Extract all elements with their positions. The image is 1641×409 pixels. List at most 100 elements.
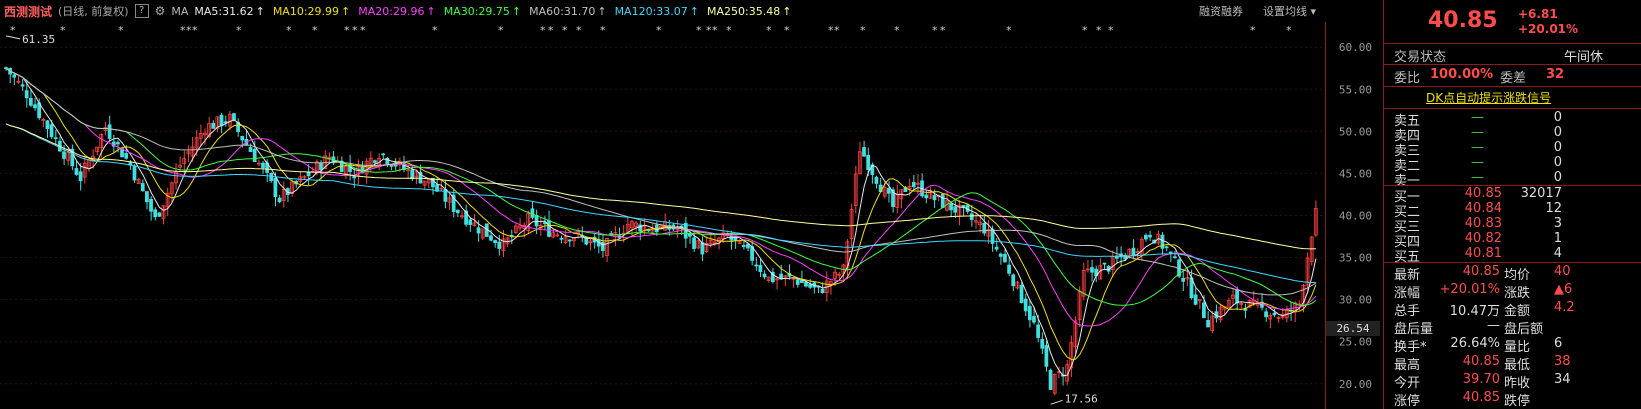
candle-body <box>874 176 879 184</box>
ma-value: MA60:31.70 <box>529 4 596 18</box>
event-marker: * <box>286 24 292 37</box>
candle-body <box>1264 311 1268 318</box>
candle-body <box>157 212 162 217</box>
candle-body <box>692 237 696 249</box>
bid-volume: 3 <box>1553 216 1562 231</box>
candle-body <box>534 214 539 227</box>
bid-row: 买五 40.81 4 <box>1384 246 1641 265</box>
dk-signal-link[interactable]: DK点自动提示涨跌信号 <box>1426 89 1551 106</box>
candle-body <box>932 195 937 201</box>
chevron-down-icon: ▾ <box>1310 5 1316 18</box>
price-change-pct: +20.01% <box>1518 22 1579 36</box>
candle-body <box>1019 284 1024 304</box>
ma-legend-item: MA30:29.75 ↑ <box>444 5 521 18</box>
stock-name[interactable]: 西测测试 <box>4 3 52 20</box>
ask-volume: 0 <box>1553 170 1562 185</box>
stat-value: 40 <box>1554 264 1571 279</box>
candle-body <box>1193 294 1198 305</box>
ask-price: — <box>1471 170 1484 185</box>
period-label[interactable]: (日线, 前复权) <box>58 3 129 19</box>
event-marker: * <box>726 24 732 37</box>
stat-label: 跌停 <box>1504 394 1531 409</box>
candle-body <box>1131 247 1136 256</box>
bid-row: 买四 40.82 1 <box>1384 231 1641 250</box>
candle-body <box>1003 253 1007 263</box>
stat-value: ▲6 <box>1554 282 1573 297</box>
event-marker: * <box>352 24 358 37</box>
candle-body <box>319 162 323 171</box>
stat-label: 盘后额 <box>1504 322 1544 337</box>
candle-body <box>78 171 83 182</box>
event-marker: * <box>344 24 350 37</box>
set-ma-button[interactable]: 设置均线 ▾ <box>1263 3 1316 19</box>
event-marker: * <box>932 24 938 37</box>
price-header: 40.85 +6.81 +20.01% <box>1384 7 1641 38</box>
ask-volume: 0 <box>1553 125 1562 140</box>
candle-body <box>45 120 50 129</box>
ma-line-ma10 <box>5 67 1317 360</box>
event-marker: * <box>360 24 366 37</box>
divider <box>1384 64 1641 65</box>
candle-body <box>1181 277 1186 282</box>
candle-body <box>248 146 253 152</box>
event-marker: * <box>600 24 606 37</box>
stat-row: 总手 10.47万 金额 4.2 <box>1384 300 1641 319</box>
candle-body <box>277 197 282 203</box>
stat-row: 最高 40.85 最低 38 <box>1384 354 1641 373</box>
stat-label: 盘后量 <box>1394 322 1434 337</box>
candle-body <box>1160 234 1165 249</box>
candle-body <box>116 142 120 145</box>
candle-body <box>28 98 33 106</box>
stat-label: 换手* <box>1394 340 1427 355</box>
candle-body <box>762 273 767 278</box>
candle-body <box>567 239 572 242</box>
stat-value: 26.64% <box>1450 336 1500 351</box>
stat-label: 涨幅 <box>1394 286 1421 301</box>
event-marker: * <box>192 24 198 37</box>
event-marker: * <box>1096 24 1102 37</box>
candle-body <box>153 209 158 218</box>
event-marker: * <box>118 24 124 37</box>
candle-body <box>273 177 278 197</box>
event-marker: * <box>562 24 568 37</box>
kline-chart[interactable]: 60.0055.0050.0045.0040.0035.0030.0025.00… <box>0 0 1380 409</box>
help-button[interactable]: ? <box>134 4 149 18</box>
high-annotation: 61.35 <box>22 33 55 46</box>
up-arrow-icon: ↑ <box>341 4 351 18</box>
event-marker: * <box>894 24 900 37</box>
candle-body <box>998 253 1003 257</box>
candle-body <box>211 122 216 129</box>
candle-body <box>24 90 29 99</box>
ma-value: MA120:33.07 <box>614 4 688 18</box>
candle-body <box>1144 234 1148 240</box>
candle-body <box>1090 267 1094 273</box>
candle-body <box>1168 251 1173 254</box>
divider <box>1384 262 1641 263</box>
candle-body <box>232 113 236 121</box>
event-marker: * <box>860 24 866 37</box>
candle-body <box>1023 298 1028 312</box>
dk-signal-row: DK点自动提示涨跌信号 <box>1384 89 1641 106</box>
divider <box>1384 43 1641 44</box>
weicha-label: 委差 <box>1500 71 1527 86</box>
candle-body <box>758 264 763 272</box>
stat-label: 昨收 <box>1504 376 1531 391</box>
ma-line-ma120 <box>5 123 1316 284</box>
candle-body <box>804 281 808 287</box>
candle-body <box>140 183 145 192</box>
margin-trading-button[interactable]: 融资融券 <box>1199 3 1243 19</box>
up-arrow-icon: ↑ <box>689 4 699 18</box>
gear-icon[interactable]: ⚙ <box>155 4 166 18</box>
candle-body <box>1202 302 1206 318</box>
event-marker: * <box>712 24 718 37</box>
stat-row: 涨幅 +20.01% 涨跌 ▲6 <box>1384 282 1641 301</box>
candle-body <box>799 279 804 284</box>
candle-body <box>62 151 66 159</box>
quote-panel: 40.85 +6.81 +20.01% 交易状态 午间休 委比 100.00% … <box>1383 0 1641 409</box>
stat-label: 总手 <box>1394 304 1421 319</box>
kline-chart-area[interactable]: 60.00 55.00 50.00 45.00 40.00 35.00 30.00 25.00… <box>0 0 1380 409</box>
candle-body <box>12 74 17 78</box>
bid-row: 买三 40.83 3 <box>1384 216 1641 235</box>
ma-line-ma30 <box>5 67 1317 307</box>
bid-row: 买二 40.84 12 <box>1384 201 1641 220</box>
